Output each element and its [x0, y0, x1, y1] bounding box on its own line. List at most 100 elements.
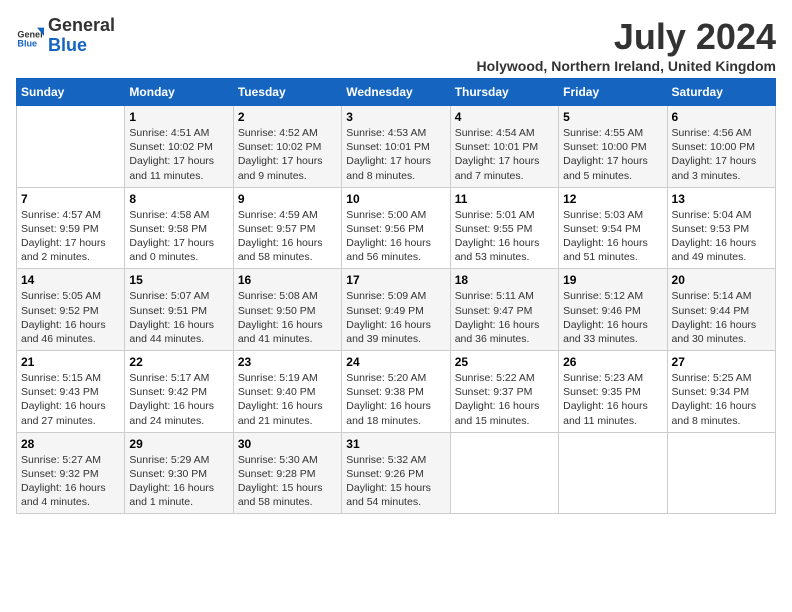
calendar-cell: 10Sunrise: 5:00 AMSunset: 9:56 PMDayligh…: [342, 187, 450, 269]
cell-text: Sunset: 9:49 PM: [346, 304, 445, 318]
cell-text: Sunset: 9:58 PM: [129, 222, 228, 236]
logo-blue-text: Blue: [48, 35, 87, 55]
cell-text: Daylight: 16 hours: [21, 399, 120, 413]
cell-text: Sunrise: 4:51 AM: [129, 126, 228, 140]
day-number: 14: [21, 273, 120, 287]
calendar-cell: 19Sunrise: 5:12 AMSunset: 9:46 PMDayligh…: [559, 269, 667, 351]
calendar-table: SundayMondayTuesdayWednesdayThursdayFrid…: [16, 78, 776, 514]
cell-text: Sunset: 10:02 PM: [238, 140, 337, 154]
cell-text: Daylight: 16 hours: [672, 236, 771, 250]
cell-text: and 44 minutes.: [129, 332, 228, 346]
cell-text: and 58 minutes.: [238, 250, 337, 264]
cell-text: Sunset: 9:53 PM: [672, 222, 771, 236]
calendar-header-row: SundayMondayTuesdayWednesdayThursdayFrid…: [17, 79, 776, 106]
calendar-week-1: 1Sunrise: 4:51 AMSunset: 10:02 PMDayligh…: [17, 106, 776, 188]
title-block: July 2024 Holywood, Northern Ireland, Un…: [477, 16, 776, 74]
cell-text: Sunrise: 5:00 AM: [346, 208, 445, 222]
calendar-cell: 30Sunrise: 5:30 AMSunset: 9:28 PMDayligh…: [233, 432, 341, 514]
cell-text: and 21 minutes.: [238, 414, 337, 428]
cell-text: and 27 minutes.: [21, 414, 120, 428]
cell-text: Sunrise: 5:25 AM: [672, 371, 771, 385]
calendar-week-2: 7Sunrise: 4:57 AMSunset: 9:59 PMDaylight…: [17, 187, 776, 269]
cell-text: Sunrise: 5:08 AM: [238, 289, 337, 303]
cell-text: and 54 minutes.: [346, 495, 445, 509]
cell-text: Daylight: 17 hours: [129, 154, 228, 168]
cell-text: and 51 minutes.: [563, 250, 662, 264]
header-sunday: Sunday: [17, 79, 125, 106]
cell-text: Sunrise: 5:12 AM: [563, 289, 662, 303]
calendar-week-5: 28Sunrise: 5:27 AMSunset: 9:32 PMDayligh…: [17, 432, 776, 514]
day-number: 12: [563, 192, 662, 206]
day-number: 7: [21, 192, 120, 206]
day-number: 22: [129, 355, 228, 369]
calendar-cell: 20Sunrise: 5:14 AMSunset: 9:44 PMDayligh…: [667, 269, 775, 351]
cell-text: and 3 minutes.: [672, 169, 771, 183]
cell-text: Sunset: 10:01 PM: [455, 140, 554, 154]
day-number: 25: [455, 355, 554, 369]
cell-text: Daylight: 17 hours: [21, 236, 120, 250]
cell-text: Sunset: 9:59 PM: [21, 222, 120, 236]
month-title: July 2024: [477, 16, 776, 58]
cell-text: and 9 minutes.: [238, 169, 337, 183]
cell-text: Daylight: 15 hours: [346, 481, 445, 495]
cell-text: Sunrise: 5:22 AM: [455, 371, 554, 385]
header-thursday: Thursday: [450, 79, 558, 106]
svg-text:Blue: Blue: [17, 38, 37, 48]
calendar-cell: 4Sunrise: 4:54 AMSunset: 10:01 PMDayligh…: [450, 106, 558, 188]
cell-text: Sunrise: 5:19 AM: [238, 371, 337, 385]
cell-text: and 41 minutes.: [238, 332, 337, 346]
cell-text: Sunset: 9:52 PM: [21, 304, 120, 318]
cell-text: Sunrise: 5:29 AM: [129, 453, 228, 467]
day-number: 16: [238, 273, 337, 287]
calendar-cell: 3Sunrise: 4:53 AMSunset: 10:01 PMDayligh…: [342, 106, 450, 188]
cell-text: Sunset: 10:00 PM: [563, 140, 662, 154]
cell-text: Sunset: 9:44 PM: [672, 304, 771, 318]
cell-text: Daylight: 16 hours: [129, 399, 228, 413]
cell-text: and 15 minutes.: [455, 414, 554, 428]
logo-icon: General Blue: [16, 22, 44, 50]
day-number: 27: [672, 355, 771, 369]
day-number: 17: [346, 273, 445, 287]
calendar-cell: 23Sunrise: 5:19 AMSunset: 9:40 PMDayligh…: [233, 351, 341, 433]
cell-text: Daylight: 17 hours: [346, 154, 445, 168]
cell-text: Sunrise: 5:17 AM: [129, 371, 228, 385]
day-number: 8: [129, 192, 228, 206]
cell-text: Sunset: 9:35 PM: [563, 385, 662, 399]
day-number: 20: [672, 273, 771, 287]
cell-text: and 11 minutes.: [129, 169, 228, 183]
cell-text: Daylight: 16 hours: [129, 481, 228, 495]
day-number: 10: [346, 192, 445, 206]
cell-text: Daylight: 16 hours: [21, 318, 120, 332]
cell-text: Daylight: 16 hours: [563, 236, 662, 250]
day-number: 3: [346, 110, 445, 124]
cell-text: Daylight: 17 hours: [238, 154, 337, 168]
day-number: 19: [563, 273, 662, 287]
calendar-cell: 17Sunrise: 5:09 AMSunset: 9:49 PMDayligh…: [342, 269, 450, 351]
cell-text: and 46 minutes.: [21, 332, 120, 346]
cell-text: Daylight: 16 hours: [238, 318, 337, 332]
cell-text: and 1 minute.: [129, 495, 228, 509]
cell-text: Sunrise: 5:20 AM: [346, 371, 445, 385]
cell-text: Sunrise: 4:56 AM: [672, 126, 771, 140]
calendar-cell: 28Sunrise: 5:27 AMSunset: 9:32 PMDayligh…: [17, 432, 125, 514]
calendar-cell: 13Sunrise: 5:04 AMSunset: 9:53 PMDayligh…: [667, 187, 775, 269]
calendar-cell: 11Sunrise: 5:01 AMSunset: 9:55 PMDayligh…: [450, 187, 558, 269]
calendar-cell: 8Sunrise: 4:58 AMSunset: 9:58 PMDaylight…: [125, 187, 233, 269]
cell-text: and 18 minutes.: [346, 414, 445, 428]
cell-text: Sunset: 9:54 PM: [563, 222, 662, 236]
cell-text: Sunrise: 5:27 AM: [21, 453, 120, 467]
cell-text: Sunrise: 5:04 AM: [672, 208, 771, 222]
day-number: 9: [238, 192, 337, 206]
calendar-cell: 24Sunrise: 5:20 AMSunset: 9:38 PMDayligh…: [342, 351, 450, 433]
cell-text: Sunset: 9:32 PM: [21, 467, 120, 481]
cell-text: and 33 minutes.: [563, 332, 662, 346]
calendar-cell: 9Sunrise: 4:59 AMSunset: 9:57 PMDaylight…: [233, 187, 341, 269]
calendar-cell: [667, 432, 775, 514]
cell-text: and 8 minutes.: [346, 169, 445, 183]
calendar-cell: 15Sunrise: 5:07 AMSunset: 9:51 PMDayligh…: [125, 269, 233, 351]
cell-text: Sunrise: 5:15 AM: [21, 371, 120, 385]
calendar-cell: 18Sunrise: 5:11 AMSunset: 9:47 PMDayligh…: [450, 269, 558, 351]
cell-text: Daylight: 16 hours: [21, 481, 120, 495]
location-title: Holywood, Northern Ireland, United Kingd…: [477, 58, 776, 74]
calendar-cell: 12Sunrise: 5:03 AMSunset: 9:54 PMDayligh…: [559, 187, 667, 269]
